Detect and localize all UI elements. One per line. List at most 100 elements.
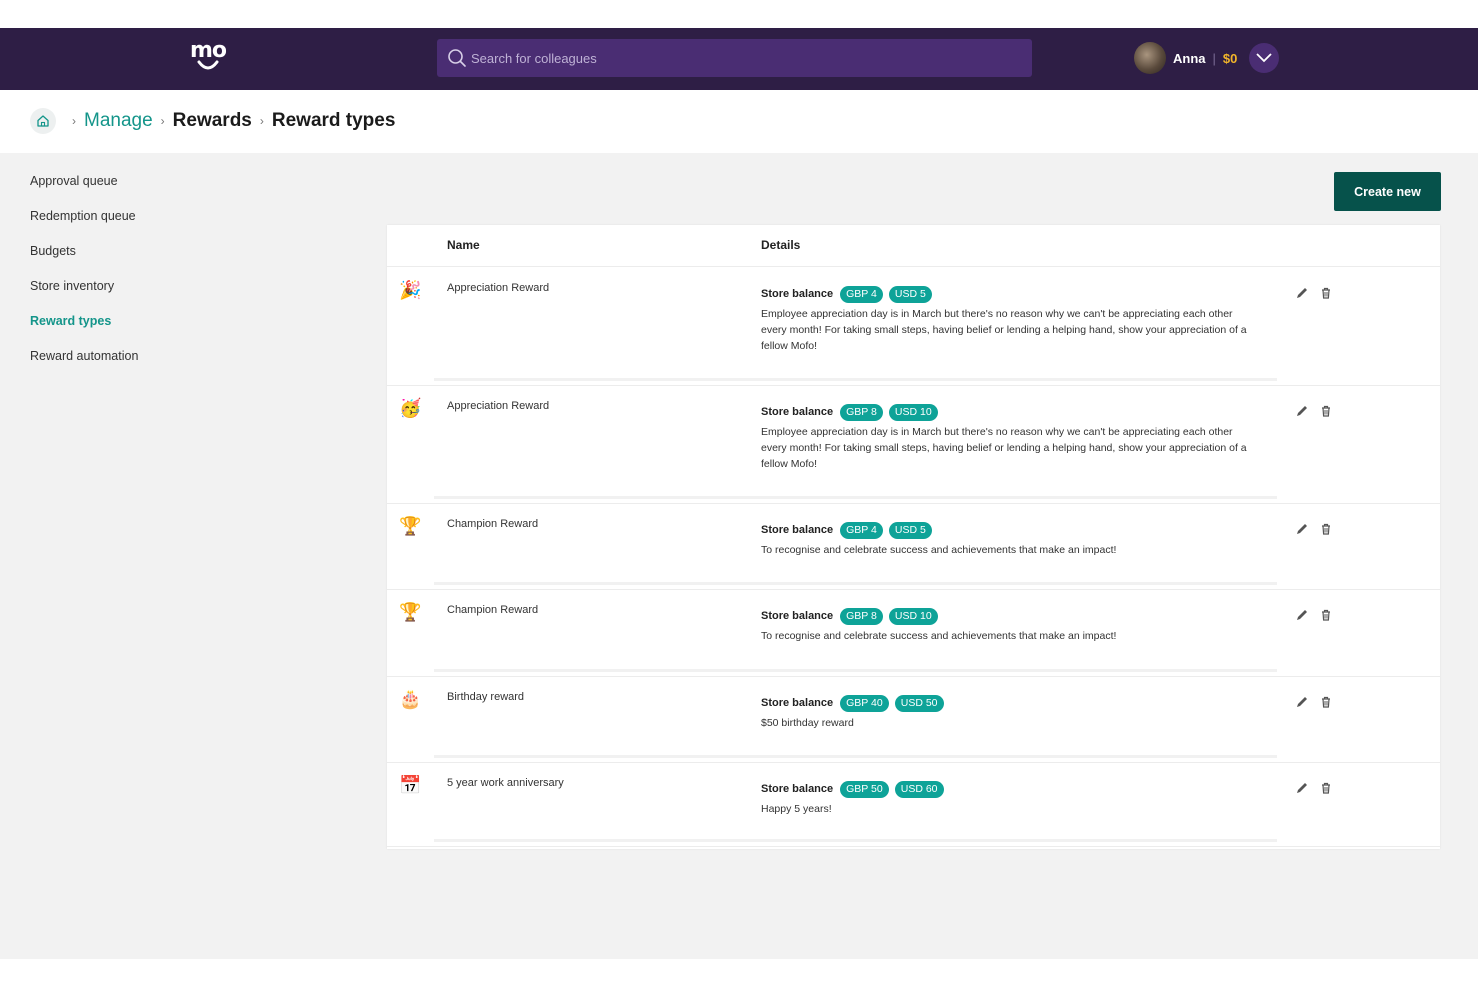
column-header-name: Name — [447, 238, 480, 252]
reward-details: Store balance GBP 8 USD 10 To recognise and… — [761, 607, 1261, 644]
table-row: 🥳 Appreciation Reward Store balance GBP 8 US… — [387, 386, 1440, 504]
gbp-badge: GBP 50 — [840, 780, 889, 798]
breadcrumb-rewards[interactable]: Rewards — [173, 110, 252, 132]
gbp-badge: GBP 40 — [840, 694, 889, 712]
usd-badge: USD 10 — [888, 403, 938, 421]
row-actions — [1295, 608, 1343, 622]
reward-description: Employee appreciation day is in March bu… — [761, 308, 1247, 352]
usd-badge: USD 10 — [888, 607, 938, 625]
delete-trash-icon[interactable] — [1319, 404, 1333, 418]
page-title: Reward types — [271, 110, 396, 131]
sidebar-item-reward-automation[interactable]: Reward automation — [30, 348, 138, 383]
row-actions — [1295, 695, 1343, 709]
trophy-icon: 🏆 — [399, 516, 422, 537]
home-icon — [37, 115, 49, 127]
reward-name: Birthday reward — [447, 691, 525, 703]
search-input[interactable] — [471, 39, 1011, 77]
table-row: 🎂 Birthday reward Store balance GBP 40 USD 5… — [387, 677, 1440, 763]
row-divider — [434, 378, 1277, 381]
user-separator: | — [1212, 50, 1216, 66]
trophy-icon: 🏆 — [399, 602, 422, 623]
gbp-badge: GBP 8 — [840, 607, 883, 625]
sidebar-item-store-inventory[interactable]: Store inventory — [30, 278, 138, 313]
celebration-face-icon: 🥳 — [399, 398, 422, 419]
user-balance: $0 — [1222, 50, 1238, 66]
reward-details: Store balance GBP 4 USD 5 To recognise and … — [761, 521, 1261, 558]
row-divider — [434, 839, 1277, 842]
breadcrumb-manage[interactable]: Manage — [84, 110, 153, 132]
delete-trash-icon[interactable] — [1319, 608, 1333, 622]
column-header-details: Details — [761, 238, 801, 252]
store-balance-label: Store balance — [761, 697, 834, 709]
table-row: 📅 5 year work anniversary Store balance GBP… — [387, 763, 1440, 847]
sidebar-item-approval-queue[interactable]: Approval queue — [30, 173, 138, 208]
breadcrumb-separator-icon: › — [160, 114, 165, 128]
mo-logo[interactable]: mo — [188, 40, 228, 76]
row-actions — [1295, 781, 1343, 795]
row-divider — [434, 669, 1277, 672]
logo-text: mo — [189, 38, 227, 63]
breadcrumb-separator-icon: › — [259, 114, 264, 128]
party-popper-icon: 🎉 — [399, 280, 422, 301]
row-actions — [1295, 286, 1343, 300]
store-balance-label: Store balance — [761, 524, 834, 536]
edit-pencil-icon[interactable] — [1295, 608, 1309, 622]
reward-name: Appreciation Reward — [447, 400, 550, 412]
delete-trash-icon[interactable] — [1319, 695, 1333, 709]
table-row: 🏆 Champion Reward Store balance GBP 4 USD 5 T… — [387, 504, 1440, 590]
table-row: 🎉 Appreciation Reward Store balance GBP 4 US… — [387, 268, 1440, 386]
search-icon — [448, 49, 466, 67]
store-balance-label: Store balance — [761, 610, 834, 622]
edit-pencil-icon[interactable] — [1295, 695, 1309, 709]
store-balance-label: Store balance — [761, 783, 834, 795]
reward-name: 5 year work anniversary — [447, 777, 564, 789]
table-header: Name Details — [387, 225, 1440, 267]
reward-name: Champion Reward — [447, 518, 539, 530]
edit-pencil-icon[interactable] — [1295, 286, 1309, 300]
reward-name: Appreciation Reward — [447, 282, 550, 294]
avatar[interactable] — [1134, 42, 1166, 74]
edit-pencil-icon[interactable] — [1295, 522, 1309, 536]
breadcrumb-separator-icon: › — [72, 114, 76, 128]
chevron-down-icon — [1256, 53, 1272, 63]
birthday-cake-icon: 🎂 — [399, 689, 422, 710]
search-bar[interactable] — [437, 39, 1032, 77]
usd-badge: USD 5 — [888, 521, 932, 539]
delete-trash-icon[interactable] — [1319, 522, 1333, 536]
reward-details: Store balance GBP 40 USD 50 $50 birthday re… — [761, 694, 1261, 731]
edit-pencil-icon[interactable] — [1295, 781, 1309, 795]
reward-description: $50 birthday reward — [761, 717, 854, 729]
reward-types-table: Name Details 🎉 Appreciation Reward Store b… — [387, 225, 1440, 849]
delete-trash-icon[interactable] — [1319, 286, 1333, 300]
row-divider — [434, 755, 1277, 758]
row-divider — [434, 582, 1277, 585]
create-new-button[interactable]: Create new — [1334, 172, 1441, 211]
sidebar-nav: Approval queue Redemption queue Budgets … — [30, 173, 138, 383]
calendar-icon: 📅 — [399, 775, 422, 796]
sidebar-item-budgets[interactable]: Budgets — [30, 243, 138, 278]
user-menu[interactable]: Anna | $0 — [1134, 41, 1280, 75]
reward-description: To recognise and celebrate success and a… — [761, 544, 1117, 556]
gbp-badge: GBP 8 — [840, 403, 883, 421]
reward-description: To recognise and celebrate success and a… — [761, 630, 1117, 642]
home-button[interactable] — [30, 108, 56, 134]
row-actions — [1295, 522, 1343, 536]
reward-description: Employee appreciation day is in March bu… — [761, 426, 1247, 470]
user-name: Anna — [1173, 50, 1206, 66]
delete-trash-icon[interactable] — [1319, 781, 1333, 795]
breadcrumb: › Manage › Rewards › Reward types — [0, 90, 1478, 153]
reward-name: Champion Reward — [447, 604, 539, 616]
sidebar-item-reward-types[interactable]: Reward types — [30, 313, 138, 348]
store-balance-label: Store balance — [761, 288, 834, 300]
edit-pencil-icon[interactable] — [1295, 404, 1309, 418]
usd-badge: USD 60 — [894, 780, 944, 798]
row-actions — [1295, 404, 1343, 418]
usd-badge: USD 5 — [888, 285, 932, 303]
reward-details: Store balance GBP 8 USD 10 Employee appreci… — [761, 403, 1261, 472]
main-content: Approval queue Redemption queue Budgets … — [0, 153, 1478, 959]
gbp-badge: GBP 4 — [840, 521, 883, 539]
reward-details: Store balance GBP 50 USD 60 Happy 5 years! — [761, 780, 1261, 817]
reward-details: Store balance GBP 4 USD 5 Employee apprecia… — [761, 285, 1261, 354]
user-menu-toggle[interactable] — [1249, 43, 1280, 73]
sidebar-item-redemption-queue[interactable]: Redemption queue — [30, 208, 138, 243]
